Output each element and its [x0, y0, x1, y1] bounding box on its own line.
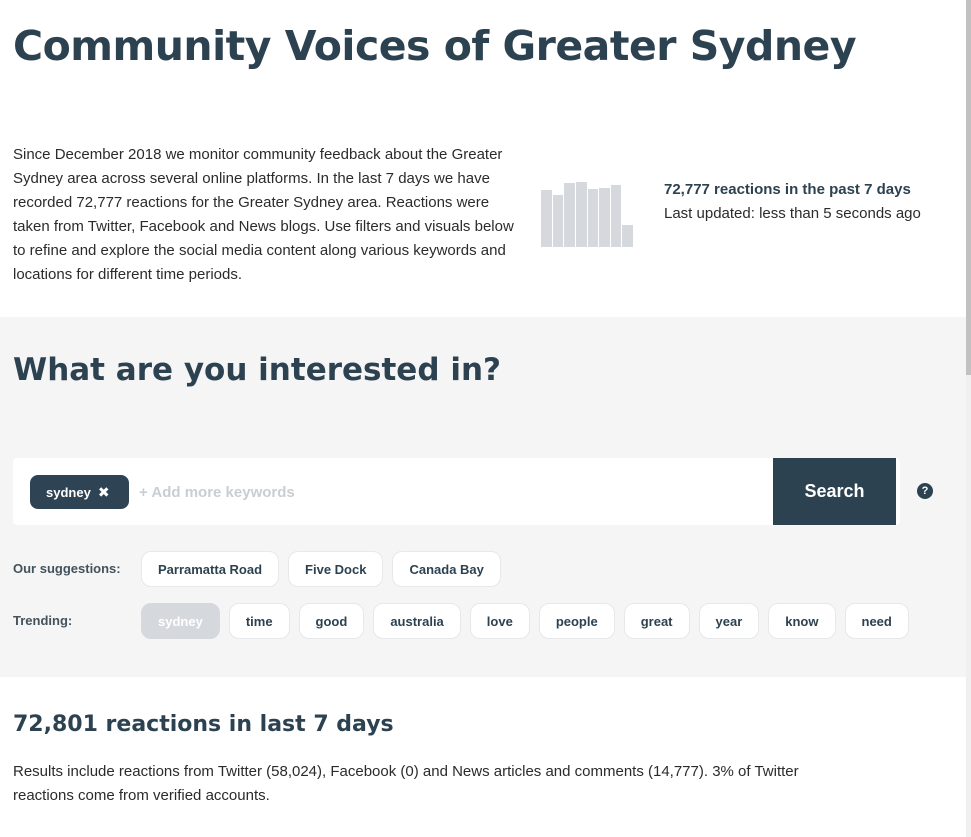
- section-title: What are you interested in?: [13, 352, 501, 388]
- mini-chart-bar: [564, 183, 575, 247]
- suggestions-label: Our suggestions:: [13, 561, 121, 576]
- scrollbar-thumb[interactable]: [966, 0, 971, 375]
- trending-chip[interactable]: year: [698, 603, 760, 639]
- filter-section: What are you interested in? sydney ✖ Sea…: [0, 317, 966, 677]
- reactions-mini-chart: [541, 179, 633, 247]
- trending-chip[interactable]: australia: [373, 603, 461, 639]
- intro-paragraph: Since December 2018 we monitor community…: [13, 146, 514, 283]
- trending-chip[interactable]: love: [469, 603, 530, 639]
- trending-chip[interactable]: sydney: [141, 603, 220, 639]
- mini-chart-bar: [541, 189, 552, 247]
- mini-chart-bar: [622, 225, 633, 247]
- results-title: 72,801 reactions in last 7 days: [13, 712, 394, 737]
- trending-chip[interactable]: great: [623, 603, 690, 639]
- trending-chip[interactable]: good: [298, 603, 365, 639]
- help-icon[interactable]: ?: [917, 483, 933, 499]
- stats-panel: 72,777 reactions in the past 7 days Last…: [664, 178, 934, 226]
- results-description: Results include reactions from Twitter (…: [13, 763, 799, 804]
- trending-chip[interactable]: need: [844, 603, 909, 639]
- trending-chip[interactable]: time: [228, 603, 290, 639]
- stats-headline: 72,777 reactions in the past 7 days: [664, 181, 911, 198]
- trending-chip[interactable]: know: [768, 603, 836, 639]
- mini-chart-bar: [599, 187, 610, 247]
- suggestion-chip[interactable]: Parramatta Road: [141, 551, 280, 587]
- keyword-chip: sydney ✖: [30, 475, 129, 509]
- keyword-input[interactable]: [139, 476, 759, 508]
- mini-chart-bar: [552, 195, 564, 247]
- close-icon[interactable]: ✖: [98, 484, 110, 501]
- page-title: Community Voices of Greater Sydney: [13, 22, 857, 70]
- trending-label: Trending:: [13, 613, 73, 628]
- trending-chip[interactable]: people: [538, 603, 615, 639]
- last-updated-text: Last updated: less than 5 seconds ago: [664, 205, 921, 222]
- mini-chart-bar: [575, 181, 587, 247]
- suggestion-chip[interactable]: Canada Bay: [392, 551, 501, 587]
- trending-row: sydney time good australia love people great ye…: [141, 603, 918, 639]
- mini-chart-bar: [610, 185, 622, 247]
- scrollbar[interactable]: [966, 0, 971, 837]
- suggestion-chip[interactable]: Five Dock: [288, 551, 384, 587]
- mini-chart-bar: [587, 189, 599, 247]
- suggestions-row: Parramatta Road Five Dock Canada Bay: [141, 551, 510, 587]
- keyword-chip-label: sydney: [46, 484, 91, 500]
- search-button[interactable]: Search: [773, 458, 896, 525]
- keyword-search-box: sydney ✖ Search: [13, 458, 900, 525]
